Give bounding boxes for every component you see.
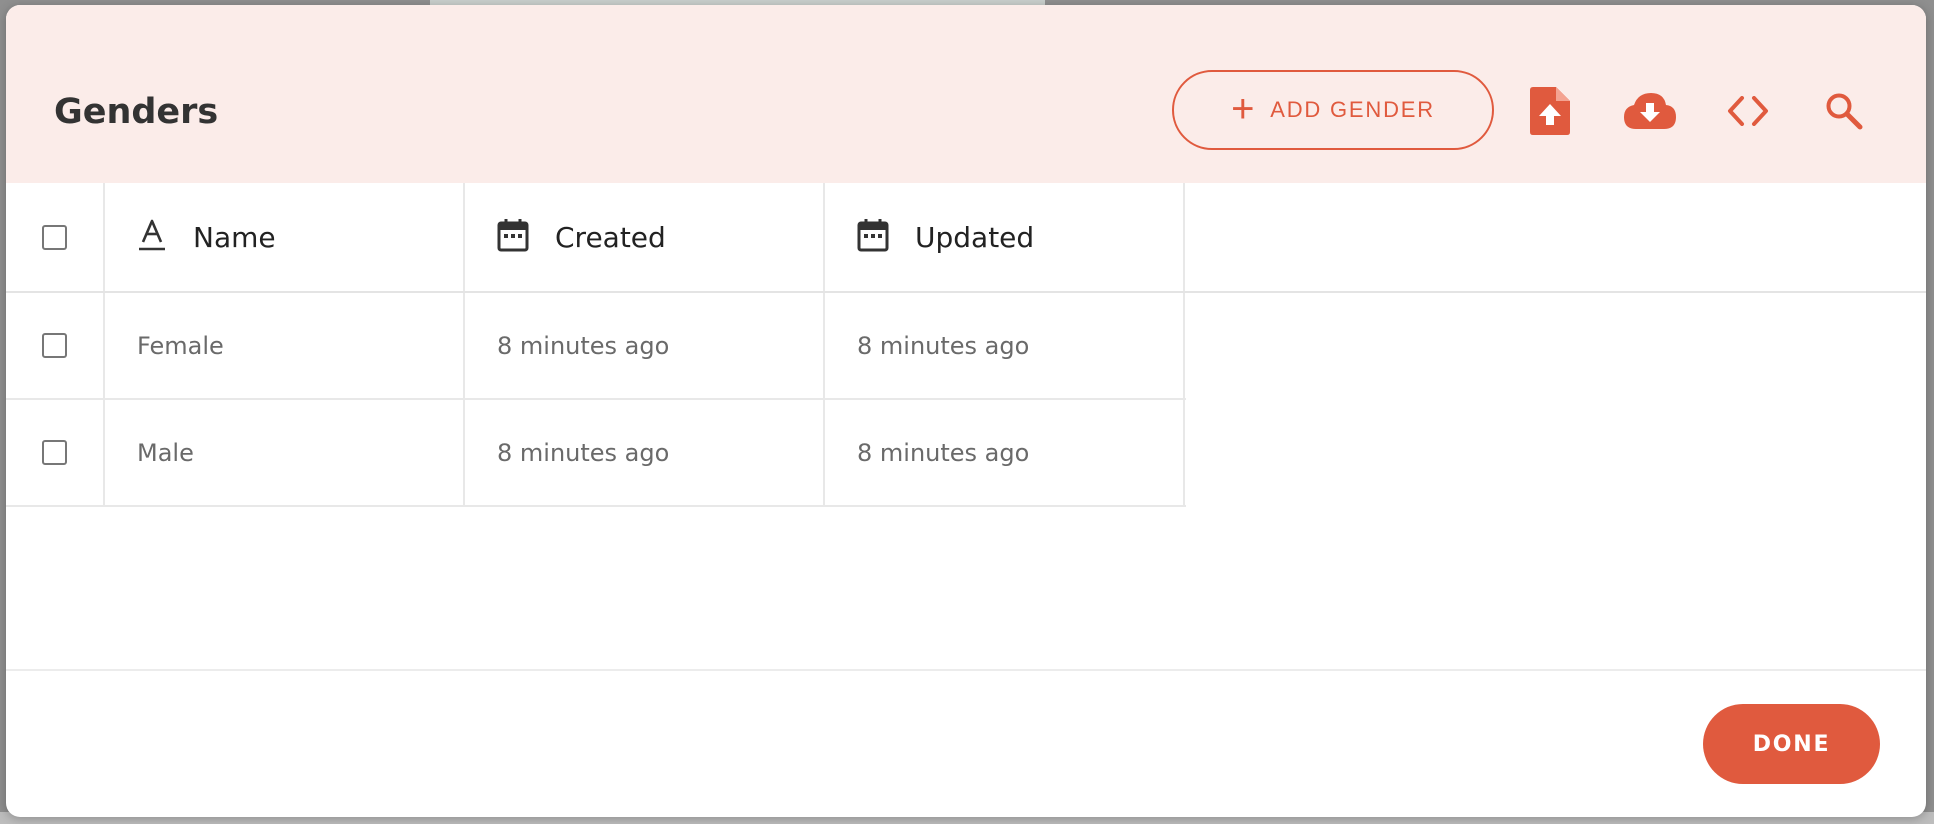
column-header-name[interactable]: Name — [105, 183, 465, 291]
row-select-cell — [6, 293, 105, 398]
code-icon[interactable] — [1722, 85, 1774, 137]
dialog-header: Genders + ADD GENDER — [6, 5, 1926, 183]
row-select-cell — [6, 400, 105, 505]
created-cell: 8 minutes ago — [465, 293, 825, 398]
genders-dialog: Genders + ADD GENDER Name Created Update… — [6, 5, 1926, 817]
cloud-download-icon[interactable] — [1620, 85, 1680, 137]
column-header-updated[interactable]: Updated — [825, 183, 1185, 291]
plus-icon: + — [1231, 86, 1257, 131]
name-value: Female — [137, 331, 224, 360]
created-cell: 8 minutes ago — [465, 400, 825, 505]
updated-value: 8 minutes ago — [857, 438, 1030, 467]
calendar-icon — [857, 218, 889, 256]
calendar-icon — [497, 218, 529, 256]
row-checkbox[interactable] — [42, 440, 67, 465]
name-value: Male — [137, 438, 194, 467]
text-format-icon — [137, 218, 167, 256]
dialog-title: Genders — [54, 92, 219, 132]
table-row[interactable]: Male 8 minutes ago 8 minutes ago — [6, 400, 1186, 507]
table-row[interactable]: Female 8 minutes ago 8 minutes ago — [6, 293, 1186, 400]
footer-divider — [6, 669, 1926, 671]
column-header-label: Created — [555, 220, 666, 254]
table-header-row: Name Created Updated — [6, 183, 1186, 291]
updated-cell: 8 minutes ago — [825, 400, 1185, 505]
created-value: 8 minutes ago — [497, 438, 670, 467]
name-cell: Male — [105, 400, 465, 505]
add-gender-label: ADD GENDER — [1270, 97, 1435, 122]
updated-value: 8 minutes ago — [857, 331, 1030, 360]
column-header-label: Updated — [915, 220, 1035, 254]
add-gender-button[interactable]: + ADD GENDER — [1172, 70, 1494, 150]
column-header-label: Name — [193, 220, 276, 254]
search-icon[interactable] — [1818, 85, 1870, 137]
select-all-checkbox[interactable] — [42, 224, 67, 250]
name-cell: Female — [105, 293, 465, 398]
select-all-cell — [6, 183, 105, 291]
file-upload-icon[interactable] — [1524, 85, 1576, 137]
created-value: 8 minutes ago — [497, 331, 670, 360]
row-checkbox[interactable] — [42, 333, 67, 358]
updated-cell: 8 minutes ago — [825, 293, 1185, 398]
column-header-created[interactable]: Created — [465, 183, 825, 291]
done-button[interactable]: DONE — [1703, 704, 1880, 784]
